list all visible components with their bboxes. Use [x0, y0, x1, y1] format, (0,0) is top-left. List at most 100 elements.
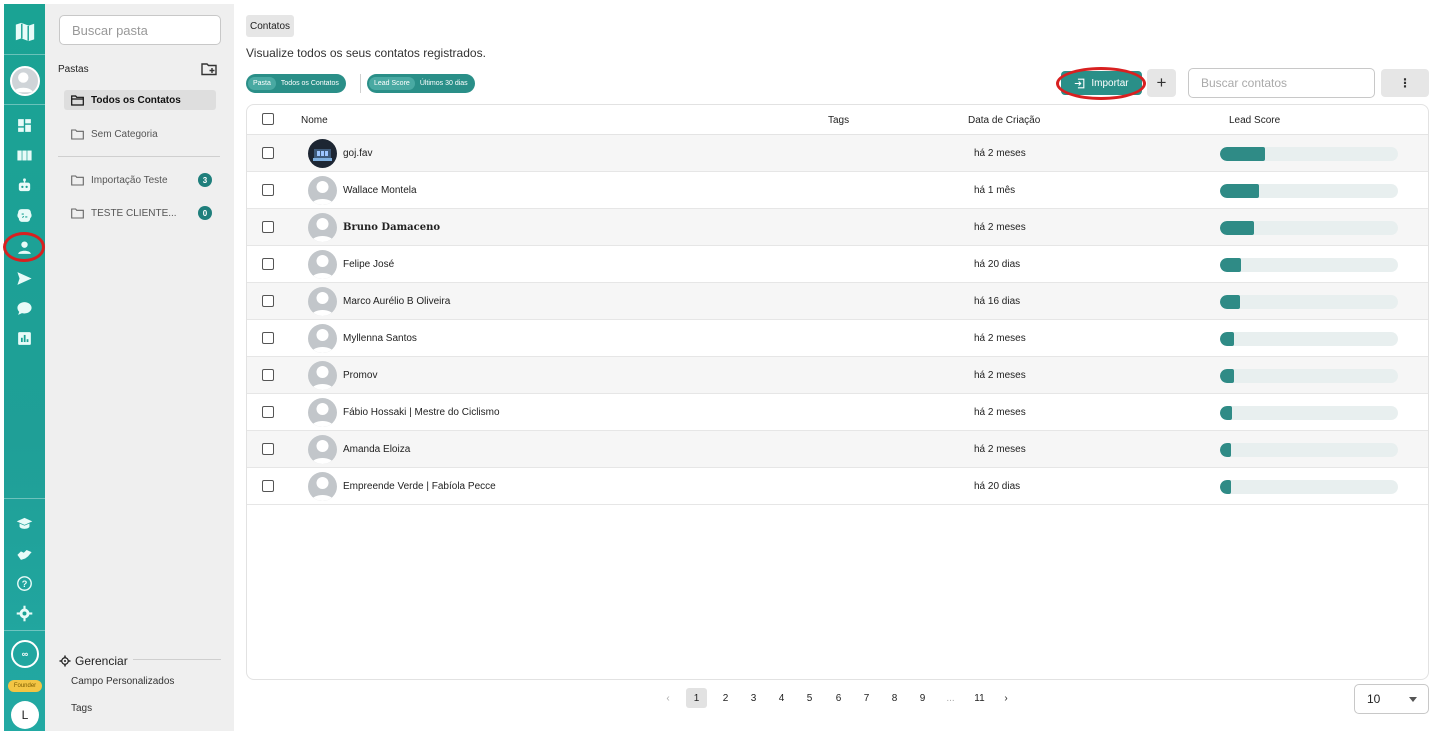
row-checkbox[interactable]: [262, 147, 274, 159]
table-row[interactable]: goj.fav há 2 meses: [247, 135, 1428, 172]
lead-score-bar: [1220, 480, 1398, 494]
page-9-button[interactable]: 9: [912, 688, 933, 708]
contact-avatar: [308, 435, 337, 464]
row-checkbox[interactable]: [262, 332, 274, 344]
next-page-button[interactable]: ›: [998, 688, 1014, 708]
contact-name[interactable]: Myllenna Santos: [343, 333, 417, 344]
table-row[interactable]: Promov há 2 meses: [247, 357, 1428, 394]
lead-score-fill: [1220, 443, 1231, 457]
contact-created-date: há 16 dias: [974, 296, 1021, 307]
map-icon[interactable]: [4, 18, 45, 46]
contact-name[interactable]: Bruno Damaceno: [343, 222, 440, 233]
tags-link[interactable]: Tags: [71, 703, 92, 714]
chat-icon[interactable]: [4, 295, 45, 321]
row-checkbox[interactable]: [262, 258, 274, 270]
page-3-button[interactable]: 3: [743, 688, 764, 708]
table-row[interactable]: Myllenna Santos há 2 meses: [247, 320, 1428, 357]
table-row[interactable]: Felipe José há 20 dias: [247, 246, 1428, 283]
contact-name[interactable]: goj.fav: [343, 148, 372, 159]
settings-icon[interactable]: [4, 600, 45, 626]
contact-avatar: [308, 398, 337, 427]
column-header-created[interactable]: Data de Criação: [968, 115, 1040, 126]
user-avatar[interactable]: L: [11, 701, 39, 729]
folder-label: Sem Categoria: [91, 128, 158, 140]
graduation-icon[interactable]: [4, 510, 45, 536]
contact-avatar: [308, 213, 337, 242]
folder-icon: [71, 174, 84, 186]
page-7-button[interactable]: 7: [856, 688, 877, 708]
column-header-lead-score[interactable]: Lead Score: [1229, 115, 1280, 126]
lead-score-fill: [1220, 406, 1232, 420]
folder-count-badge: 3: [198, 173, 212, 187]
select-all-checkbox[interactable]: [262, 113, 274, 125]
contact-name[interactable]: Felipe José: [343, 259, 394, 270]
table-row[interactable]: Bruno Damaceno há 2 meses: [247, 209, 1428, 246]
search-contacts-input[interactable]: Buscar contatos: [1188, 68, 1375, 98]
handshake-icon[interactable]: [4, 540, 45, 566]
kanban-icon[interactable]: [4, 142, 45, 168]
filter-chip-folder[interactable]: Pasta Todos os Contatos: [246, 74, 346, 93]
row-checkbox[interactable]: [262, 184, 274, 196]
folder-item-all-contacts[interactable]: Todos os Contatos: [64, 90, 216, 110]
row-checkbox[interactable]: [262, 443, 274, 455]
per-page-select[interactable]: 10: [1354, 684, 1429, 714]
row-checkbox[interactable]: [262, 295, 274, 307]
infinity-plan-icon[interactable]: ∞: [11, 640, 39, 668]
add-contact-button[interactable]: +: [1147, 69, 1176, 97]
rail-avatar[interactable]: [10, 66, 40, 96]
folder-item-test-client[interactable]: TESTE CLIENTE...: [71, 203, 177, 223]
contact-name[interactable]: Empreende Verde | Fabíola Pecce: [343, 481, 496, 492]
left-rail: ? ∞ Founder L: [4, 4, 45, 731]
row-checkbox[interactable]: [262, 369, 274, 381]
chart-icon[interactable]: [4, 325, 45, 351]
table-row[interactable]: Amanda Eloiza há 2 meses: [247, 431, 1428, 468]
divider: [58, 156, 220, 157]
more-options-button[interactable]: ⋮: [1381, 69, 1429, 97]
folder-open-icon: [71, 94, 84, 106]
add-folder-icon[interactable]: [201, 62, 217, 76]
dashboard-icon[interactable]: [4, 112, 45, 138]
send-icon[interactable]: [4, 265, 45, 291]
page-6-button[interactable]: 6: [828, 688, 849, 708]
filter-chip-lead-score[interactable]: Lead Score Últimos 30 dias: [367, 74, 475, 93]
page-11-button[interactable]: 11: [969, 688, 990, 708]
row-checkbox[interactable]: [262, 480, 274, 492]
page-1-button[interactable]: 1: [686, 688, 707, 708]
import-button[interactable]: Importar: [1061, 71, 1142, 95]
table-row[interactable]: Marco Aurélio B Oliveira há 16 dias: [247, 283, 1428, 320]
folder-item-import-test[interactable]: Importação Teste: [71, 170, 168, 190]
folder-search-input[interactable]: Buscar pasta: [59, 15, 221, 45]
table-row[interactable]: Fábio Hossaki | Mestre do Ciclismo há 2 m…: [247, 394, 1428, 431]
contact-name[interactable]: Promov: [343, 370, 377, 381]
lead-score-fill: [1220, 369, 1234, 383]
filter-value: Últimos 30 dias: [419, 80, 468, 87]
folder-item-uncategorized[interactable]: Sem Categoria: [71, 124, 158, 144]
contact-name[interactable]: Fábio Hossaki | Mestre do Ciclismo: [343, 407, 500, 418]
contact-name[interactable]: Wallace Montela: [343, 185, 417, 196]
brain-icon[interactable]: [4, 202, 45, 228]
page-8-button[interactable]: 8: [884, 688, 905, 708]
gear-icon: [59, 655, 71, 667]
page-2-button[interactable]: 2: [715, 688, 736, 708]
contact-name[interactable]: Amanda Eloiza: [343, 444, 410, 455]
robot-icon[interactable]: [4, 172, 45, 198]
lead-score-bar: [1220, 184, 1398, 198]
folders-title: Pastas: [58, 64, 89, 75]
import-icon: [1075, 78, 1085, 88]
column-header-name[interactable]: Nome: [301, 115, 328, 126]
page-5-button[interactable]: 5: [799, 688, 820, 708]
column-header-tags[interactable]: Tags: [828, 115, 849, 126]
table-row[interactable]: Wallace Montela há 1 mês: [247, 172, 1428, 209]
row-checkbox[interactable]: [262, 221, 274, 233]
page-4-button[interactable]: 4: [771, 688, 792, 708]
row-checkbox[interactable]: [262, 406, 274, 418]
divider: [133, 659, 221, 660]
contacts-icon[interactable]: [4, 234, 45, 260]
contact-name[interactable]: Marco Aurélio B Oliveira: [343, 296, 450, 307]
prev-page-button[interactable]: ‹: [660, 688, 676, 708]
help-icon[interactable]: ?: [4, 570, 45, 596]
custom-fields-link[interactable]: Campo Personalizados: [71, 676, 174, 687]
table-row[interactable]: Empreende Verde | Fabíola Pecce há 20 dia…: [247, 468, 1428, 505]
plan-badge: Founder: [8, 680, 42, 692]
breadcrumb[interactable]: Contatos: [246, 15, 295, 37]
